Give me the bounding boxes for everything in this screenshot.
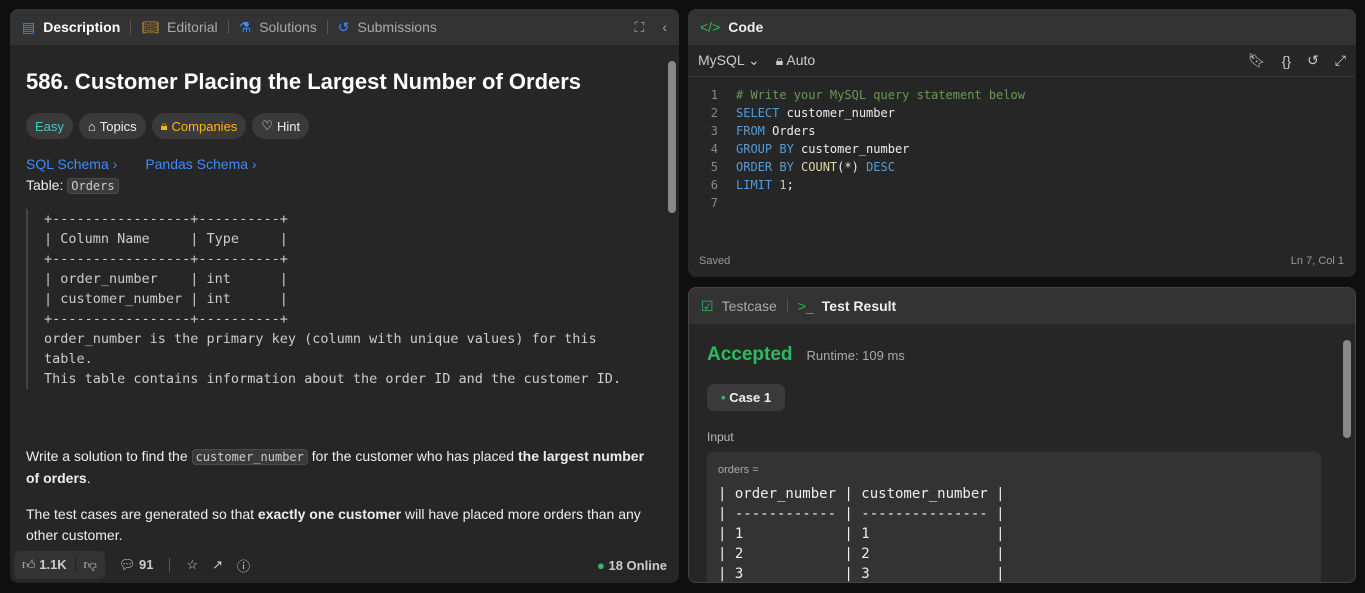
description-scrollbar[interactable] xyxy=(668,61,676,213)
hint-button[interactable]: ♡ Hint xyxy=(252,113,310,139)
save-status: Saved xyxy=(699,255,731,267)
description-icon: ▤ xyxy=(22,18,36,35)
code-title: Code xyxy=(728,19,764,35)
table-label: Table: Orders xyxy=(26,177,119,194)
book-icon: 📖︎ xyxy=(141,18,160,35)
auto-mode[interactable]: 🔒︎ Auto xyxy=(776,52,815,69)
runtime: Runtime: 109 ms xyxy=(806,348,905,363)
result-panel: ☑ Testcase >_ Test Result Accepted Runti… xyxy=(688,287,1356,583)
input-box: orders = | order_number | customer_numbe… xyxy=(707,452,1321,582)
difficulty-badge: Easy xyxy=(26,113,73,139)
tab-editorial[interactable]: Editorial xyxy=(167,19,218,35)
language-select[interactable]: MySQL ⌄ xyxy=(698,52,760,69)
input-label: Input xyxy=(707,430,734,444)
format-icon[interactable]: {} xyxy=(1282,53,1291,69)
dislike-button[interactable]: 👎︎ xyxy=(74,557,105,573)
expand-icon[interactable]: ⤢ xyxy=(1335,52,1346,69)
star-icon[interactable]: ☆ xyxy=(186,557,198,573)
tab-description[interactable]: Description xyxy=(43,19,120,35)
lightbulb-icon: ♡ xyxy=(261,118,273,133)
tag-icon: ⌂ xyxy=(87,118,96,134)
help-icon[interactable]: ⓘ xyxy=(237,556,250,575)
input-table: | order_number | customer_number | | ---… xyxy=(718,486,1005,582)
problem-statement: Write a solution to find the customer_nu… xyxy=(26,448,645,486)
case-1-tab[interactable]: • Case 1 xyxy=(707,384,786,411)
tab-test-result[interactable]: Test Result xyxy=(822,298,896,314)
reset-icon[interactable]: ↺ xyxy=(1307,52,1319,69)
pandas-schema-link[interactable]: Pandas Schema › xyxy=(145,156,256,172)
description-panel: ▤ Description 📖︎ Editorial ⚗ Solutions ↺… xyxy=(10,9,679,583)
comments-button[interactable]: 💬︎ 91 xyxy=(119,557,154,573)
code-panel: </> Code MySQL ⌄ 🔒︎ Auto 🔖︎ {} ↺ ⤢ 1 # Wri… xyxy=(688,9,1356,277)
problem-title: 586. Customer Placing the Largest Number… xyxy=(26,69,582,94)
topics-button[interactable]: ⌂ Topics xyxy=(78,113,146,139)
tab-testcase[interactable]: Testcase xyxy=(722,298,777,314)
result-scrollbar[interactable] xyxy=(1343,340,1351,438)
companies-button[interactable]: 🔒︎ Companies xyxy=(151,113,247,139)
description-tabs: ▤ Description 📖︎ Editorial ⚗ Solutions ↺… xyxy=(10,9,679,45)
checkbox-icon: ☑ xyxy=(701,297,714,314)
code-editor[interactable]: 1 # Write your MySQL query statement belo… xyxy=(688,77,1356,212)
sql-schema-link[interactable]: SQL Schema › xyxy=(26,156,117,172)
code-icon: </> xyxy=(700,19,721,35)
table-name: Orders xyxy=(67,178,119,194)
share-icon[interactable]: ↗ xyxy=(212,557,223,573)
like-button[interactable]: 👍︎ 1.1K xyxy=(14,557,75,573)
cursor-position: Ln 7, Col 1 xyxy=(1290,255,1344,267)
description-footer: 👍︎ 1.1K 👎︎ 💬︎ 91 ☆ ↗ ⓘ ● 18 Online xyxy=(10,547,679,583)
result-status: Accepted xyxy=(707,344,793,365)
input-variable: orders = xyxy=(718,464,759,476)
bookmark-icon[interactable]: 🔖︎ xyxy=(1248,52,1266,69)
schema-block: +-----------------+----------+ | Column … xyxy=(26,209,621,389)
history-icon: ↺ xyxy=(337,18,350,35)
flask-icon: ⚗ xyxy=(238,18,252,35)
online-count: ● 18 Online xyxy=(596,557,667,573)
collapse-icon[interactable]: ‹ xyxy=(662,19,667,35)
lock-icon: 🔒︎ xyxy=(160,118,168,133)
maximize-icon[interactable]: ⛶ xyxy=(635,19,645,36)
tab-solutions[interactable]: Solutions xyxy=(259,19,317,35)
tab-submissions[interactable]: Submissions xyxy=(358,19,437,35)
problem-note: The test cases are generated so that exa… xyxy=(26,506,641,543)
terminal-icon: >_ xyxy=(797,298,814,314)
